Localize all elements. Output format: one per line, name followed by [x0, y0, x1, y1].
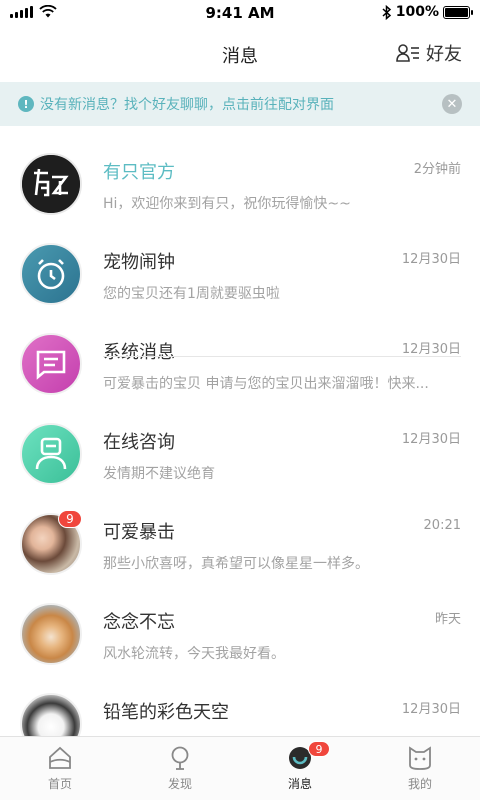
cat-face-icon — [409, 746, 431, 770]
friend-message-list: 9 可爱暴击 那些小欣喜呀，真希望可以像星星一样多。 20:21 念念不忘 风水… — [0, 500, 480, 770]
message-name: 有只官方 — [103, 162, 175, 183]
message-row-friend[interactable]: 9 可爱暴击 那些小欣喜呀，真希望可以像星星一样多。 20:21 — [0, 500, 480, 590]
info-icon: ! — [18, 96, 34, 112]
tab-unread-badge: 9 — [308, 741, 330, 757]
message-time: 12月30日 — [401, 252, 461, 267]
tab-label: 我的 — [407, 777, 432, 791]
tab-label: 发现 — [167, 777, 192, 791]
battery-percent: 100% — [395, 4, 439, 20]
friends-button[interactable]: 好友 — [396, 40, 462, 66]
message-time: 20:21 — [423, 518, 461, 533]
home-icon — [49, 746, 71, 769]
close-icon[interactable]: ✕ — [442, 94, 462, 114]
avatar-dog — [20, 603, 82, 665]
message-time: 昨天 — [434, 612, 461, 627]
battery-icon — [443, 5, 473, 19]
nav-header: 消息 好友 — [0, 28, 480, 82]
message-time: 2分钟前 — [413, 162, 461, 177]
message-name: 宠物闹钟 — [103, 252, 175, 273]
status-right: 100% — [382, 4, 473, 20]
message-name: 在线咨询 — [103, 432, 175, 453]
message-preview: 您的宝贝还有1周就要驱虫啦 — [103, 286, 280, 302]
system-message-icon — [20, 333, 82, 395]
tab-label: 首页 — [47, 777, 72, 791]
notice-text: 没有新消息？找个好友聊聊，点击前往配对界面 — [40, 97, 334, 113]
tab-messages[interactable]: 9 消息 — [240, 737, 360, 800]
consult-person-icon — [20, 423, 82, 485]
notice-banner[interactable]: ! 没有新消息？找个好友聊聊，点击前往配对界面 ✕ — [0, 82, 480, 126]
message-row-pet-alarm[interactable]: 宠物闹钟 您的宝贝还有1周就要驱虫啦 12月30日 — [0, 230, 480, 320]
message-time: 12月30日 — [401, 432, 461, 447]
message-name: 可爱暴击 — [103, 522, 175, 543]
message-row-official[interactable]: 有只官方 Hi，欢迎你来到有只，祝你玩得愉快~~ 2分钟前 — [0, 140, 480, 230]
message-row-friend[interactable]: 念念不忘 风水轮流转，今天我最好看。 昨天 — [0, 590, 480, 680]
message-list: 有只官方 Hi，欢迎你来到有只，祝你玩得愉快~~ 2分钟前 宠物闹钟 您的宝贝还… — [0, 140, 480, 500]
status-bar: 9:41 AM 100% — [0, 0, 480, 28]
message-time: 12月30日 — [401, 702, 461, 717]
message-time: 12月30日 — [401, 342, 461, 357]
bluetooth-icon — [382, 4, 391, 20]
message-preview: 风水轮流转，今天我最好看。 — [103, 646, 285, 662]
tab-label: 消息 — [287, 777, 312, 791]
message-preview: 发情期不建议绝育 — [103, 466, 215, 482]
message-preview: Hi，欢迎你来到有只，祝你玩得愉快~~ — [103, 196, 351, 212]
friends-icon — [396, 44, 419, 62]
message-row-system[interactable]: 系统消息 可爱暴击的宝贝 申请与您的宝贝出来溜溜哦！快来... 12月30日 — [0, 320, 480, 410]
message-row-consult[interactable]: 在线咨询 发情期不建议绝育 12月30日 — [0, 410, 480, 500]
tab-discover[interactable]: 发现 — [120, 737, 240, 800]
tab-home[interactable]: 首页 — [0, 737, 120, 800]
tab-bar: 首页 发现 9 消息 我的 — [0, 736, 480, 800]
alarm-clock-icon — [20, 243, 82, 305]
message-preview: 可爱暴击的宝贝 申请与您的宝贝出来溜溜哦！快来... — [103, 376, 429, 392]
list-divider — [103, 356, 461, 357]
unread-badge: 9 — [58, 510, 82, 528]
message-name: 系统消息 — [103, 342, 175, 363]
message-name: 念念不忘 — [103, 612, 175, 633]
friends-label: 好友 — [426, 44, 462, 65]
bulb-icon — [171, 746, 189, 770]
tab-mine[interactable]: 我的 — [360, 737, 480, 800]
message-name: 铅笔的彩色天空 — [103, 702, 229, 723]
avatar-official — [20, 153, 82, 215]
message-preview: 那些小欣喜呀，真希望可以像星星一样多。 — [103, 556, 369, 572]
